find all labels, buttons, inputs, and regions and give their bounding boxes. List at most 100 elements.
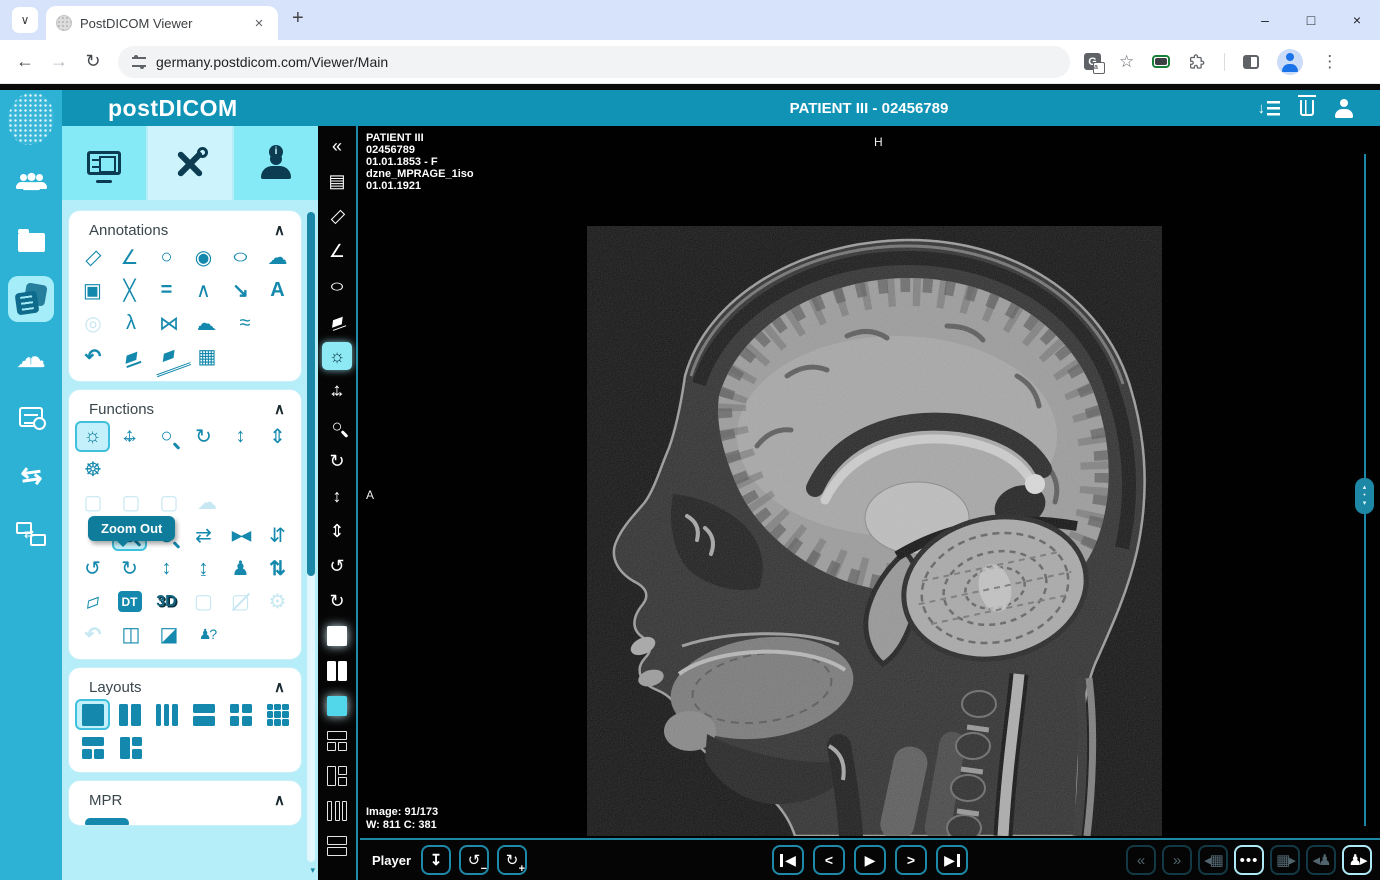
back-icon[interactable]: ← <box>8 51 42 72</box>
account-icon[interactable] <box>1334 98 1354 118</box>
localizer-icon[interactable]: ☸ <box>75 454 111 485</box>
rotate-icon[interactable]: ↻ <box>322 447 352 475</box>
angle-icon[interactable]: ∠ <box>322 237 352 265</box>
cobb-angle-icon[interactable]: ╳ <box>112 275 147 306</box>
collapse-chevron-icon[interactable]: ∧ <box>274 400 285 418</box>
pan-icon[interactable]: ↔ <box>322 377 352 405</box>
collapse-chevron-icon[interactable]: ∧ <box>274 221 285 239</box>
sidebar-item-worklist[interactable] <box>8 394 54 440</box>
sidebar-item-upload[interactable]: ☁ <box>8 335 54 381</box>
ellipse-icon[interactable]: ○ <box>315 272 360 300</box>
stack-scroll-icon[interactable]: ⇕ <box>322 517 352 545</box>
sidebar-item-sync[interactable]: ⇆ <box>8 453 54 499</box>
panel-scrollbar[interactable] <box>307 212 315 862</box>
auto-rotate-icon[interactable]: ↻ <box>112 553 147 584</box>
sidebar-item-studies[interactable] <box>8 276 54 322</box>
freehand-icon[interactable]: ☁ <box>260 242 295 273</box>
angle-lines-icon[interactable]: λ <box>113 308 149 339</box>
text-icon[interactable]: A <box>260 275 295 306</box>
wave-icon[interactable]: ≈ <box>227 308 263 339</box>
first-frame-icon[interactable]: ◀ <box>772 845 804 875</box>
sort-list-icon[interactable]: ↓ <box>1258 100 1280 117</box>
more-icon[interactable]: ••• <box>1234 845 1264 875</box>
layout-1left2-outline-icon[interactable] <box>322 762 352 790</box>
scroll-icon[interactable]: ↕ <box>322 482 352 510</box>
profile-avatar[interactable] <box>1277 48 1304 75</box>
layout-2col-icon[interactable] <box>112 699 147 730</box>
forward-icon[interactable]: → <box>42 51 76 72</box>
collapse-chevron-icon[interactable]: ∧ <box>274 678 285 696</box>
scrollbar-thumb[interactable] <box>307 212 315 576</box>
layout-single-icon[interactable] <box>75 699 111 730</box>
expand-vertical-icon[interactable]: ↕ <box>149 553 184 584</box>
rotate-icon[interactable]: ↻ <box>186 421 221 452</box>
swap-scroll-icon[interactable]: ⇅ <box>260 553 295 584</box>
scroll-down-arrow-icon[interactable]: ▾ <box>310 865 315 876</box>
layout-2row-icon[interactable] <box>186 699 221 730</box>
save-annotation-icon[interactable]: ▦ <box>189 341 225 372</box>
circle-icon[interactable]: ○ <box>149 242 184 273</box>
sidebar-item-folders[interactable] <box>8 217 54 263</box>
eraser-all-icon[interactable]: ▰ <box>146 335 192 378</box>
search-icon[interactable]: ○ <box>322 412 352 440</box>
speed-up-icon[interactable]: ↻ <box>497 845 528 875</box>
window-close-icon[interactable]: × <box>1334 0 1380 40</box>
mirror-vertical-icon[interactable]: ⇵ <box>260 520 295 551</box>
angle-icon[interactable]: ∠ <box>112 242 147 273</box>
patient-next-icon[interactable]: ♟▸ <box>1342 845 1372 875</box>
menu-kebab-icon[interactable]: ⋮ <box>1321 52 1338 72</box>
ellipse-icon[interactable]: ○ <box>214 242 267 273</box>
url-text[interactable]: germany.postdicom.com/Viewer/Main <box>156 54 388 70</box>
speed-down-icon[interactable]: ↺ <box>459 845 490 875</box>
scroll-icon[interactable]: ↕ <box>223 421 258 452</box>
layout-1top2-icon[interactable] <box>75 732 111 763</box>
eraser-icon[interactable]: ▰ <box>318 303 356 340</box>
layout-2row-outline-icon[interactable] <box>322 832 352 860</box>
patient-orientation-icon[interactable]: ♟ <box>223 553 258 584</box>
sidebar-item-patients[interactable] <box>8 158 54 204</box>
auto-rotate-icon[interactable]: ↻ <box>322 587 352 615</box>
layout-1top2-outline-icon[interactable] <box>322 727 352 755</box>
download-icon[interactable]: ↧ <box>421 845 452 875</box>
report-icon[interactable]: ▤ <box>322 167 352 195</box>
rotate-gear-icon[interactable]: ↺ <box>322 552 352 580</box>
sidebar-item-share[interactable] <box>8 512 54 558</box>
layout-single-active-icon[interactable] <box>322 692 352 720</box>
reload-icon[interactable]: ↻ <box>76 51 110 72</box>
window-maximize-icon[interactable]: □ <box>1288 0 1334 40</box>
stack-scroll-icon[interactable]: ⇕ <box>260 421 295 452</box>
layout-3x3-icon[interactable] <box>260 699 295 730</box>
translate-icon[interactable]: G <box>1084 53 1105 74</box>
window-level-icon[interactable]: ☼ <box>322 342 352 370</box>
image-history-icon[interactable]: ◫ <box>113 619 149 650</box>
3d-icon[interactable]: 3D <box>149 586 184 617</box>
bookmark-star-icon[interactable]: ☆ <box>1119 52 1134 72</box>
eraser-icon[interactable]: ▰ <box>109 336 153 377</box>
arrow-icon[interactable]: ↘ <box>223 275 258 306</box>
undo-icon[interactable]: ↶ <box>75 341 111 372</box>
tab-close-icon[interactable]: × <box>250 14 268 32</box>
search-icon[interactable]: ○ <box>149 421 184 452</box>
collapse-chevron-icon[interactable]: ∧ <box>274 791 285 809</box>
screen-capture-icon[interactable] <box>1152 55 1171 68</box>
dicom-viewport[interactable]: PATIENT III 02456789 01.01.1853 - F dzne… <box>360 126 1380 838</box>
new-tab-button[interactable]: + <box>292 7 304 30</box>
next-frame-icon[interactable]: > <box>895 845 927 875</box>
tab-viewer[interactable] <box>62 126 146 200</box>
rotate-gear-icon[interactable]: ↺ <box>75 553 110 584</box>
window-minimize-icon[interactable]: – <box>1242 0 1288 40</box>
ask-icon[interactable]: ♟? <box>189 619 225 650</box>
collapse-panel-icon[interactable]: « <box>322 132 352 160</box>
image-lock-icon[interactable]: ◪ <box>151 619 187 650</box>
spline-roi-icon[interactable]: ⋈ <box>151 308 187 339</box>
layout-2x2-icon[interactable] <box>223 699 258 730</box>
pan-icon[interactable]: ↔ <box>112 421 147 452</box>
ruler-icon[interactable]: ▭ <box>316 195 357 236</box>
address-bar[interactable]: germany.postdicom.com/Viewer/Main <box>118 45 1070 78</box>
layout-3col-outline-icon[interactable] <box>322 797 352 825</box>
flip-horizontal-icon[interactable]: ⇄ <box>186 520 221 551</box>
layout-1left2-icon[interactable] <box>113 732 149 763</box>
layout-single-filled-icon[interactable] <box>322 622 352 650</box>
site-settings-icon[interactable] <box>132 54 146 69</box>
play-icon[interactable]: ▶ <box>854 845 886 875</box>
